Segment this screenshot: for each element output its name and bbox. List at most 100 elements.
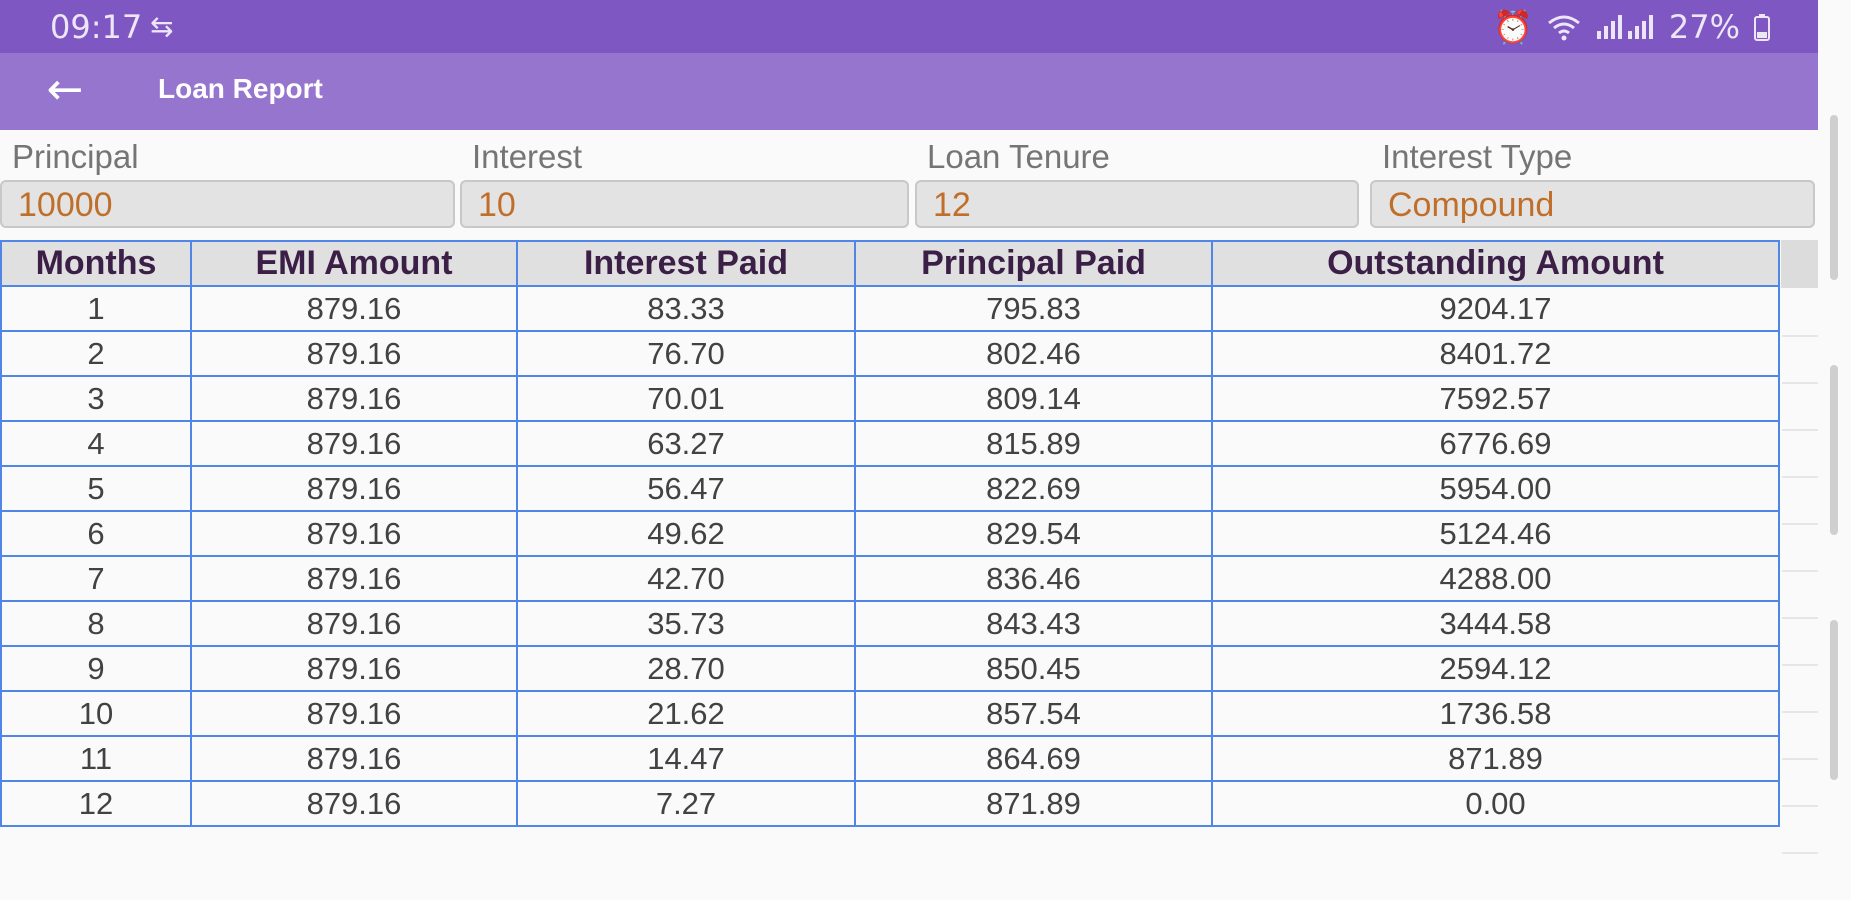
- interest-field[interactable]: 10: [460, 180, 909, 228]
- table-row: 1 879.16 83.33 795.83 9204.17: [0, 285, 1780, 332]
- cell-emi-amount: 879.16: [190, 780, 518, 827]
- cell-month: 8: [0, 600, 192, 647]
- page-title: Loan Report: [158, 73, 323, 104]
- table-row: 3 879.16 70.01 809.14 7592.57: [0, 375, 1780, 422]
- cell-principal-paid: 864.69: [854, 735, 1213, 782]
- cell-month: 2: [0, 330, 192, 377]
- cell-emi-amount: 879.16: [190, 600, 518, 647]
- interest-type-field[interactable]: Compound: [1370, 180, 1815, 228]
- principal-field[interactable]: 10000: [0, 180, 455, 228]
- cell-interest-paid: 28.70: [516, 645, 856, 692]
- table-row: 10 879.16 21.62 857.54 1736.58: [0, 690, 1780, 737]
- cell-interest-paid: 49.62: [516, 510, 856, 557]
- screen: 09:17 ⇆ ⏰ 27% ← Loan Report Principal 10…: [0, 0, 1818, 900]
- table-row: 7 879.16 42.70 836.46 4288.00: [0, 555, 1780, 602]
- table-row: 8 879.16 35.73 843.43 3444.58: [0, 600, 1780, 647]
- row-separator: [1782, 617, 1818, 619]
- row-separator: [1782, 852, 1818, 854]
- cell-emi-amount: 879.16: [190, 735, 518, 782]
- alarm-icon: ⏰: [1493, 8, 1533, 46]
- cell-emi-amount: 879.16: [190, 420, 518, 467]
- cell-month: 12: [0, 780, 192, 827]
- cell-emi-amount: 879.16: [190, 285, 518, 332]
- status-bar: 09:17 ⇆ ⏰ 27%: [0, 0, 1818, 53]
- cell-principal-paid: 802.46: [854, 330, 1213, 377]
- cell-emi-amount: 879.16: [190, 510, 518, 557]
- interest-field-group: Interest 10: [460, 130, 909, 240]
- row-separator: [1782, 523, 1818, 525]
- cell-month: 6: [0, 510, 192, 557]
- header-interest-paid: Interest Paid: [516, 240, 856, 287]
- battery-text: 27%: [1668, 8, 1740, 46]
- table-row: 9 879.16 28.70 850.45 2594.12: [0, 645, 1780, 692]
- row-separator: [1782, 711, 1818, 713]
- cell-principal-paid: 815.89: [854, 420, 1213, 467]
- table-header-extension: [1781, 240, 1818, 288]
- cell-outstanding-amount: 4288.00: [1211, 555, 1780, 602]
- cell-outstanding-amount: 5124.46: [1211, 510, 1780, 557]
- cell-outstanding-amount: 5954.00: [1211, 465, 1780, 512]
- table-row: 11 879.16 14.47 864.69 871.89: [0, 735, 1780, 782]
- cell-month: 7: [0, 555, 192, 602]
- cell-principal-paid: 850.45: [854, 645, 1213, 692]
- cell-outstanding-amount: 1736.58: [1211, 690, 1780, 737]
- table-row: 5 879.16 56.47 822.69 5954.00: [0, 465, 1780, 512]
- header-months: Months: [0, 240, 192, 287]
- cell-month: 9: [0, 645, 192, 692]
- table-row: 12 879.16 7.27 871.89 0.00: [0, 780, 1780, 827]
- cell-month: 3: [0, 375, 192, 422]
- cell-interest-paid: 42.70: [516, 555, 856, 602]
- interest-type-label: Interest Type: [1382, 138, 1573, 175]
- row-separator: [1782, 805, 1818, 807]
- row-separator: [1782, 335, 1818, 337]
- signal-icon: [1596, 15, 1653, 39]
- principal-label: Principal: [12, 138, 139, 175]
- scrollbar-track-segment: [1830, 620, 1838, 780]
- cell-principal-paid: 843.43: [854, 600, 1213, 647]
- cell-outstanding-amount: 3444.58: [1211, 600, 1780, 647]
- cell-emi-amount: 879.16: [190, 330, 518, 377]
- cell-principal-paid: 829.54: [854, 510, 1213, 557]
- cell-principal-paid: 795.83: [854, 285, 1213, 332]
- cell-emi-amount: 879.16: [190, 555, 518, 602]
- table-row: 6 879.16 49.62 829.54 5124.46: [0, 510, 1780, 557]
- cell-month: 10: [0, 690, 192, 737]
- back-arrow-icon[interactable]: ←: [40, 65, 90, 115]
- cell-emi-amount: 879.16: [190, 465, 518, 512]
- cell-emi-amount: 879.16: [190, 375, 518, 422]
- wifi-icon: [1547, 15, 1580, 41]
- tenure-label: Loan Tenure: [927, 138, 1110, 175]
- cell-interest-paid: 76.70: [516, 330, 856, 377]
- app-bar: ← Loan Report: [0, 53, 1818, 130]
- loan-report-table-wrap: Months EMI Amount Interest Paid Principa…: [0, 240, 1782, 827]
- loan-report-table: Months EMI Amount Interest Paid Principa…: [0, 240, 1780, 827]
- table-header-row: Months EMI Amount Interest Paid Principa…: [0, 240, 1780, 287]
- cell-interest-paid: 70.01: [516, 375, 856, 422]
- table-row: 4 879.16 63.27 815.89 6776.69: [0, 420, 1780, 467]
- sync-icon: ⇆: [150, 10, 174, 43]
- cell-principal-paid: 871.89: [854, 780, 1213, 827]
- row-separator: [1782, 429, 1818, 431]
- row-separator: [1782, 758, 1818, 760]
- tenure-field[interactable]: 12: [915, 180, 1359, 228]
- scrollbar-track-segment: [1830, 365, 1838, 535]
- cell-interest-paid: 14.47: [516, 735, 856, 782]
- row-separator: [1782, 476, 1818, 478]
- cell-outstanding-amount: 8401.72: [1211, 330, 1780, 377]
- cell-interest-paid: 7.27: [516, 780, 856, 827]
- cell-emi-amount: 879.16: [190, 690, 518, 737]
- cell-principal-paid: 809.14: [854, 375, 1213, 422]
- cell-interest-paid: 56.47: [516, 465, 856, 512]
- loan-inputs: Principal 10000 Interest 10 Loan Tenure …: [0, 130, 1818, 240]
- cell-interest-paid: 35.73: [516, 600, 856, 647]
- cell-outstanding-amount: 2594.12: [1211, 645, 1780, 692]
- header-emi-amount: EMI Amount: [190, 240, 518, 287]
- cell-outstanding-amount: 0.00: [1211, 780, 1780, 827]
- cell-interest-paid: 63.27: [516, 420, 856, 467]
- principal-field-group: Principal 10000: [0, 130, 455, 240]
- cell-interest-paid: 83.33: [516, 285, 856, 332]
- table-body: 1 879.16 83.33 795.83 9204.17 2 879.16 76.70 802…: [0, 285, 1780, 827]
- cell-outstanding-amount: 871.89: [1211, 735, 1780, 782]
- scrollbar-thumb[interactable]: [1830, 115, 1838, 280]
- row-separator: [1782, 570, 1818, 572]
